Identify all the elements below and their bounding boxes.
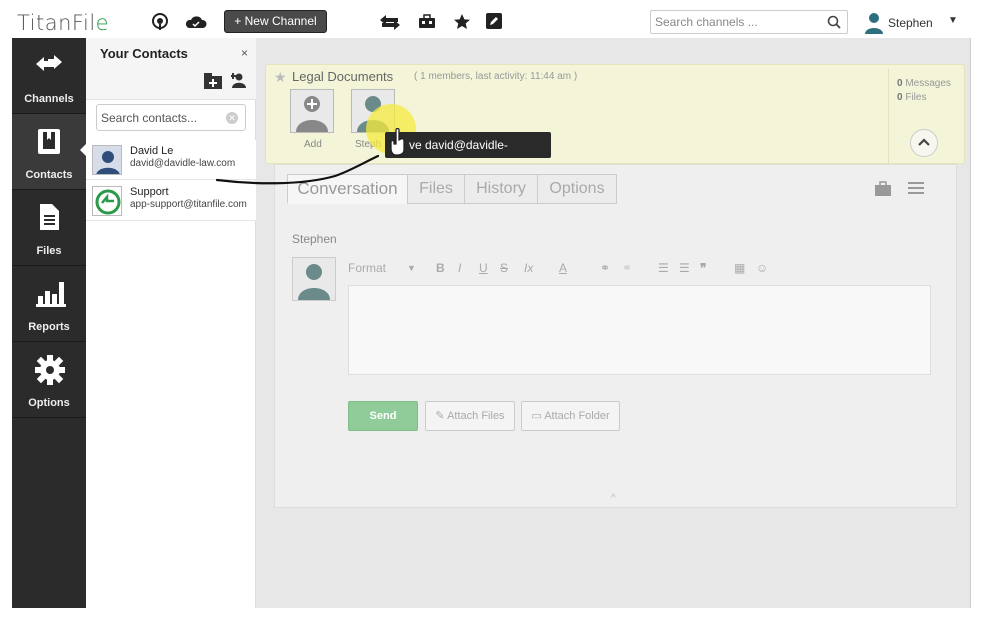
channel-search-box xyxy=(650,10,848,34)
bar-chart-icon xyxy=(36,282,66,307)
smiley-icon[interactable]: ☺ xyxy=(756,261,768,275)
messages-count: 0 xyxy=(897,78,903,89)
briefcase-icon[interactable] xyxy=(874,181,892,202)
numbered-list-icon[interactable]: ☰ xyxy=(658,261,669,275)
podcast-icon[interactable] xyxy=(150,12,172,32)
nav-item-contacts[interactable]: Contacts xyxy=(12,114,86,190)
file-icon xyxy=(40,204,59,230)
author-name: Stephen xyxy=(292,232,337,246)
bullet-list-icon[interactable]: ☰ xyxy=(679,261,690,275)
top-bar: TitanFile + New Channel Search channels … xyxy=(12,4,972,40)
edit-icon[interactable] xyxy=(485,12,507,32)
conversation-panel: Conversation Files History Options Steph… xyxy=(274,164,957,508)
tab-options[interactable]: Options xyxy=(537,174,617,204)
clear-icon[interactable]: ✕ xyxy=(226,112,238,124)
contact-email: david@davidle-law.com xyxy=(130,158,236,169)
bold-button[interactable]: B xyxy=(436,261,445,275)
nav-label: Channels xyxy=(24,93,74,105)
strikethrough-button[interactable]: S xyxy=(500,261,508,275)
nav-item-options[interactable]: Options xyxy=(12,342,86,418)
contact-email: app-support@titanfile.com xyxy=(130,199,247,210)
contact-item[interactable]: Support app-support@titanfile.com xyxy=(86,181,256,221)
nav-item-channels[interactable]: Channels xyxy=(12,38,86,114)
star-icon[interactable] xyxy=(452,12,474,32)
nav-label: Contacts xyxy=(25,169,73,181)
nav-label: Reports xyxy=(28,321,70,333)
contact-name: David Le xyxy=(130,145,174,157)
tab-conversation[interactable]: Conversation xyxy=(287,174,408,204)
contacts-header: Your Contacts × xyxy=(86,38,256,100)
contacts-panel: Your Contacts × ✕ David Le david@davidle… xyxy=(86,38,256,608)
nav-label: Options xyxy=(28,397,70,409)
add-user-icon[interactable] xyxy=(230,72,247,93)
contact-name: Support xyxy=(130,186,169,198)
table-icon[interactable]: ▦ xyxy=(734,261,745,275)
contacts-title: Your Contacts xyxy=(100,46,188,61)
unlink-icon[interactable]: ⚭ xyxy=(622,261,632,275)
user-icon xyxy=(864,12,884,37)
contact-search-input[interactable] xyxy=(97,105,219,130)
add-group-icon[interactable] xyxy=(204,73,222,94)
cloud-icon[interactable] xyxy=(184,12,207,32)
files-count: 0 xyxy=(897,92,903,103)
contact-item[interactable]: David Le david@davidle-law.com xyxy=(86,140,256,180)
messages-label: Messages xyxy=(905,78,951,89)
contact-search-box: ✕ xyxy=(96,104,246,131)
gear-icon xyxy=(35,355,65,385)
nav-label: Files xyxy=(36,245,62,257)
blockquote-icon[interactable]: ❞ xyxy=(700,261,706,275)
attach-files-button[interactable]: ✎ Attach Files xyxy=(425,401,515,431)
resize-handle[interactable]: ^ xyxy=(611,493,616,504)
folder-icon: ▭ xyxy=(531,410,545,422)
link-icon[interactable]: ⚭ xyxy=(600,261,610,275)
nav-item-reports[interactable]: Reports xyxy=(12,266,86,342)
send-button[interactable]: Send xyxy=(348,401,418,431)
paperclip-icon: ✎ xyxy=(435,410,448,422)
app-logo[interactable]: TitanFile xyxy=(17,11,109,35)
caret-down-icon[interactable]: ▼ xyxy=(948,15,958,26)
briefcase-icon[interactable] xyxy=(417,12,439,32)
nav-item-files[interactable]: Files xyxy=(12,190,86,266)
remove-format-button[interactable]: Ix xyxy=(524,261,533,275)
new-channel-button[interactable]: + New Channel xyxy=(224,10,327,33)
avatar xyxy=(292,257,336,301)
channel-name[interactable]: Legal Documents xyxy=(292,69,393,84)
avatar xyxy=(92,186,122,216)
message-editor[interactable] xyxy=(348,285,931,375)
italic-button[interactable]: I xyxy=(458,261,461,275)
menu-icon[interactable] xyxy=(908,181,924,200)
text-color-button[interactable]: A xyxy=(559,261,567,275)
tab-files[interactable]: Files xyxy=(407,174,465,204)
drop-tooltip: ve david@davidle-law.com xyxy=(385,132,551,178)
avatar xyxy=(92,145,122,175)
close-icon[interactable]: × xyxy=(241,46,248,60)
hand-cursor-icon xyxy=(390,127,408,161)
app-window: TitanFile + New Channel Search channels … xyxy=(0,0,983,621)
add-member-button[interactable] xyxy=(290,89,334,133)
left-nav: Channels Contacts Files Reports Options xyxy=(12,38,86,608)
user-name: Stephen xyxy=(888,16,933,30)
transfer-icon[interactable] xyxy=(378,12,400,32)
book-icon xyxy=(38,129,60,154)
tab-history[interactable]: History xyxy=(464,174,538,204)
attach-folder-button[interactable]: ▭ Attach Folder xyxy=(521,401,620,431)
files-label: Files xyxy=(905,92,927,103)
collapse-button[interactable] xyxy=(910,129,938,157)
member-label: Add xyxy=(304,139,322,150)
star-icon[interactable]: ★ xyxy=(274,69,287,86)
channel-search-input[interactable] xyxy=(651,11,821,33)
channel-meta: ( 1 members, last activity: 11:44 am ) xyxy=(414,71,578,82)
arrows-icon xyxy=(36,55,62,71)
underline-button[interactable]: U xyxy=(479,261,488,275)
format-dropdown[interactable]: Format xyxy=(348,261,386,275)
search-icon[interactable] xyxy=(827,15,841,34)
caret-down-icon[interactable]: ▼ xyxy=(407,263,416,273)
